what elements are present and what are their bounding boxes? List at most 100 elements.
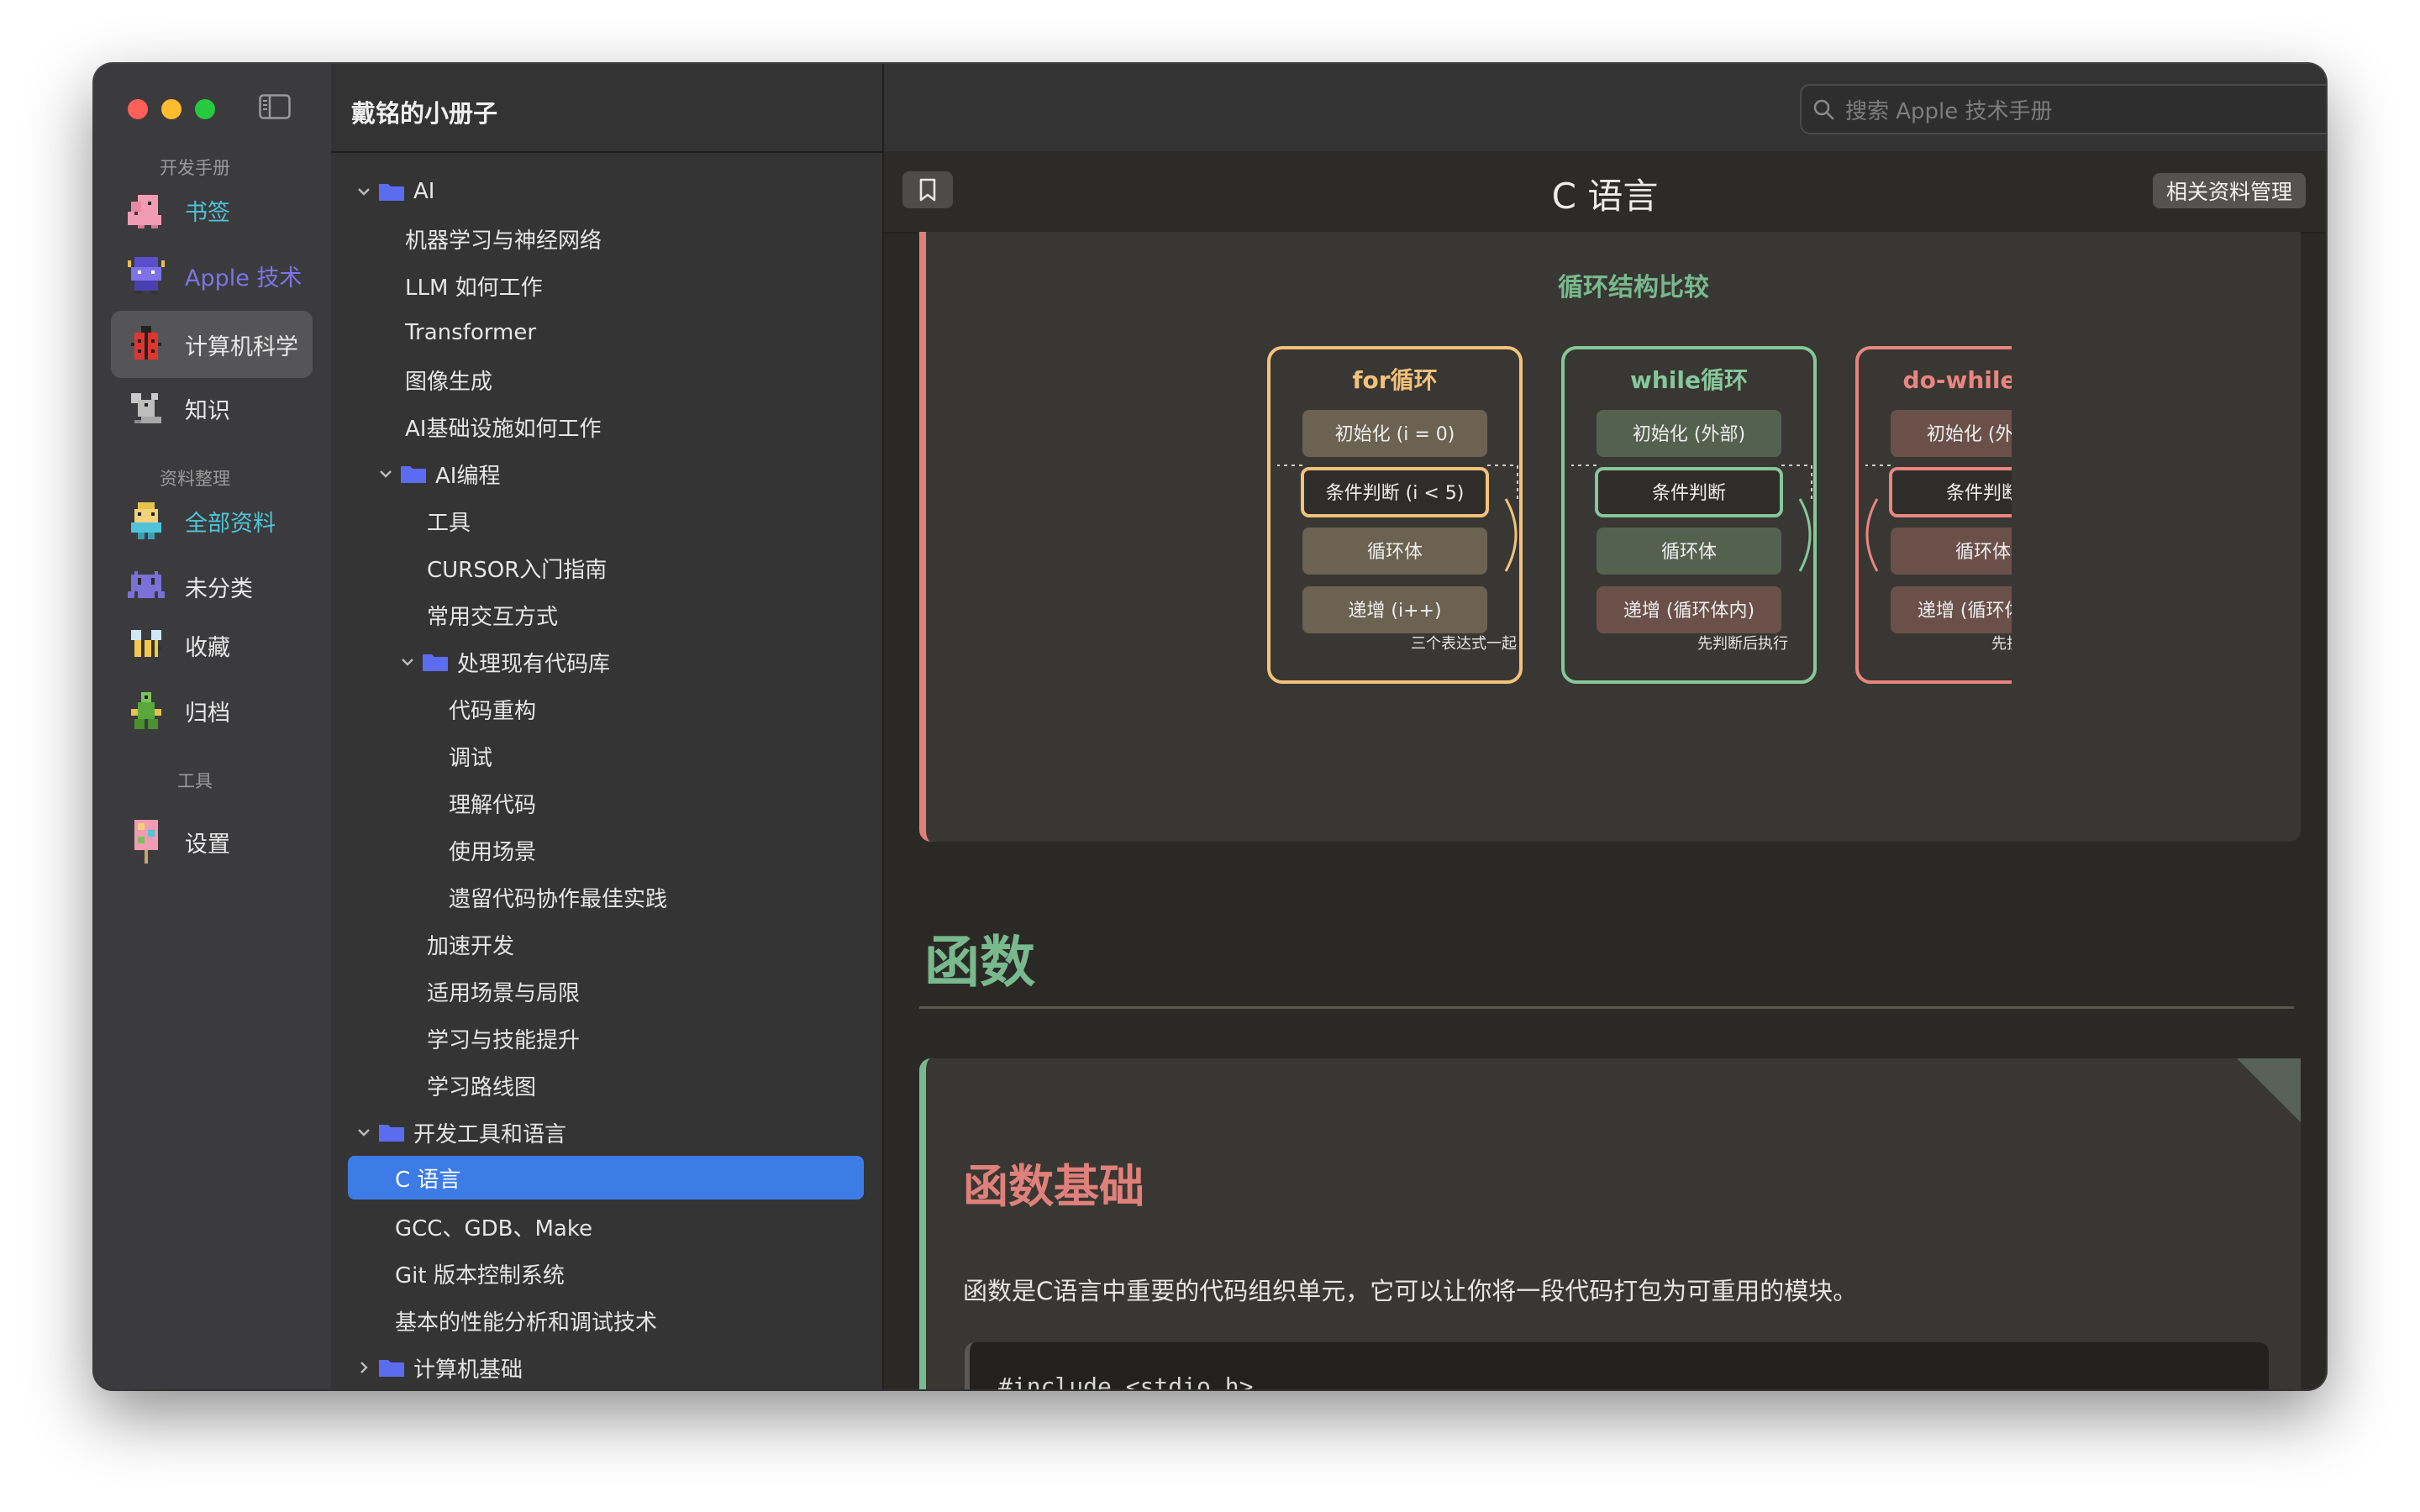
tree-folder-computer-basics[interactable]: 计算机基础 <box>353 1346 523 1389</box>
chevron-right-icon[interactable] <box>353 1357 375 1378</box>
sidebar-item-label: 全部资料 <box>185 510 276 537</box>
loop-step-label: 初始化 (外部) <box>1927 424 2012 445</box>
card-subheading: 函数基础 <box>963 1160 1144 1213</box>
chevron-down-icon[interactable] <box>397 651 418 673</box>
chevron-down-icon[interactable] <box>375 463 397 485</box>
document-title: C 语言 <box>1551 176 1659 217</box>
code-block[interactable]: #include <stdio.h> <box>965 1342 2269 1389</box>
sidebar-item-uncategorized[interactable]: 未分类 <box>111 553 313 620</box>
sidebar: 开发手册 书签 Apple 技术 计算机科学 知识 资料整理 全部资料 未分类 … <box>94 64 333 1389</box>
loop-title: while循环 <box>1630 366 1748 394</box>
tree-label: 图像生成 <box>405 369 493 395</box>
sidebar-item-label: 设置 <box>185 831 230 858</box>
search-input[interactable]: 搜索 Apple 技术手册 <box>1800 84 2326 134</box>
sidebar-item-all-materials[interactable]: 全部资料 <box>111 487 313 554</box>
loop-arrow <box>1798 498 1812 572</box>
tree-label: AI编程 <box>435 463 501 489</box>
diagram-title: 循环结构比较 <box>1558 273 1709 302</box>
search-icon <box>1813 99 1834 120</box>
pixel-mouse-icon <box>131 393 161 423</box>
chevron-down-icon[interactable] <box>353 181 375 202</box>
minimize-window-button[interactable] <box>161 99 182 119</box>
tree-item[interactable]: 调试 <box>449 734 492 778</box>
tree-label: 适用场景与局限 <box>427 980 581 1006</box>
tree-item[interactable]: 代码重构 <box>449 687 536 731</box>
loop-title: do-while循环 <box>1903 366 2012 394</box>
tree-label: CURSOR入门指南 <box>427 557 608 583</box>
tree-item[interactable]: 使用场景 <box>449 828 536 872</box>
sidebar-item-knowledge[interactable]: 知识 <box>111 375 313 442</box>
tree-label: 理解代码 <box>449 792 537 818</box>
tree-folder-existing-codebase[interactable]: 处理现有代码库 <box>397 640 610 684</box>
card-corner-fold <box>2237 1058 2301 1122</box>
pixel-character-icon <box>128 257 165 294</box>
sidebar-item-label: Apple 技术 <box>185 265 302 291</box>
sidebar-item-archive[interactable]: 归档 <box>111 677 313 744</box>
sidebar-item-label: 归档 <box>185 700 230 727</box>
tree-item[interactable]: 遗留代码协作最佳实践 <box>449 875 667 919</box>
tree-label: 机器学习与神经网络 <box>405 228 602 254</box>
tree-label: Transformer <box>405 320 537 345</box>
loop-note: 三个表达式一起 <box>1411 635 1517 653</box>
tree-folder-dev-tools[interactable]: 开发工具和语言 <box>353 1110 566 1154</box>
loop-step-label: 条件判断 (i < 5) <box>1326 483 1465 504</box>
loop-title: for循环 <box>1352 366 1437 394</box>
tree-item[interactable]: 工具 <box>427 499 471 543</box>
tree-item[interactable]: 学习与技能提升 <box>427 1016 580 1060</box>
document-body[interactable]: 循环结构比较 for循环 初始化 (i = 0) 条件判断 (i < 5) 循环体 递增 … <box>884 232 2326 1389</box>
card-paragraph: 函数是C语言中重要的代码组织单元，它可以让你将一段代码打包为可重用的模块。 <box>963 1277 1858 1305</box>
tree-item[interactable]: Git 版本控制系统 <box>395 1252 565 1295</box>
pixel-robot-icon <box>131 502 161 539</box>
sidebar-item-bookmarks[interactable]: 书签 <box>111 176 313 244</box>
related-materials-button[interactable]: 相关资料管理 <box>2152 173 2306 208</box>
loop-comparison-diagram: 循环结构比较 for循环初始化 (i = 0) 条件判断 (i < 5) 循环体递增 … <box>1267 273 2012 684</box>
tree-item[interactable]: CURSOR入门指南 <box>427 546 607 590</box>
tree-item[interactable]: 加速开发 <box>427 922 514 966</box>
tree-item[interactable]: 图像生成 <box>405 358 492 402</box>
tree-item[interactable]: 学习路线图 <box>427 1063 536 1107</box>
sidebar-item-label: 知识 <box>185 397 230 424</box>
loop-step-label: 初始化 (i = 0) <box>1335 424 1455 445</box>
tree-label: Git 版本控制系统 <box>395 1263 565 1289</box>
sidebar-item-label: 收藏 <box>185 634 230 661</box>
tree-label: 计算机基础 <box>413 1357 523 1383</box>
tree-label: AI <box>413 179 435 204</box>
sidebar-item-apple-tech[interactable]: Apple 技术 <box>111 242 313 309</box>
loop-arrow <box>1504 498 1518 572</box>
tree-item[interactable]: 适用场景与局限 <box>427 969 580 1013</box>
tree-folder-ai-programming[interactable]: AI编程 <box>375 452 500 496</box>
loop-note: 先判断后执行 <box>1697 635 1788 653</box>
tree-item[interactable]: GCC、GDB、Make <box>395 1205 592 1248</box>
tree-item[interactable]: AI基础设施如何工作 <box>405 405 601 449</box>
tree-label: 常用交互方式 <box>427 604 559 630</box>
folder-icon <box>423 654 448 671</box>
sidebar-item-computer-science[interactable]: 计算机科学 <box>111 311 313 378</box>
tree-folder-ai[interactable]: AI <box>353 170 434 213</box>
tree-item-selected[interactable]: C 语言 <box>348 1156 864 1200</box>
loop-step-label: 递增 (i++) <box>1348 601 1441 622</box>
tree-item[interactable]: 理解代码 <box>449 781 536 825</box>
pixel-popsicle-icon <box>134 820 158 864</box>
heading-divider <box>919 1006 2294 1009</box>
document-tree-panel: 戴铭的小册子 AI 机器学习与神经网络 LLM 如何工作 Transformer… <box>331 64 884 1389</box>
app-window: 开发手册 书签 Apple 技术 计算机科学 知识 资料整理 全部资料 未分类 … <box>94 64 2326 1389</box>
sidebar-toggle-icon[interactable] <box>259 94 291 119</box>
tree-item[interactable]: 机器学习与神经网络 <box>405 217 602 260</box>
pixel-ladybug-icon <box>131 326 161 360</box>
code-line: #include <stdio.h> <box>998 1373 1254 1389</box>
tree-label: 处理现有代码库 <box>457 651 611 677</box>
tree-item[interactable]: Transformer <box>405 311 536 354</box>
tree-item[interactable]: 常用交互方式 <box>427 593 558 637</box>
loop-step-label: 条件判断 <box>1652 483 1726 504</box>
diagram-card: 循环结构比较 for循环 初始化 (i = 0) 条件判断 (i < 5) 循环体 递增 … <box>919 232 2301 842</box>
loop-step-label: 递增 (循环体内) <box>1918 601 2012 622</box>
close-window-button[interactable] <box>128 99 148 119</box>
sidebar-item-favorites[interactable]: 收藏 <box>111 612 313 679</box>
tree-item[interactable]: 基本的性能分析和调试技术 <box>395 1299 657 1342</box>
loop-note: 先执行后判断 <box>1991 635 2012 653</box>
sidebar-item-settings[interactable]: 设置 <box>111 808 313 875</box>
zoom-window-button[interactable] <box>195 99 215 119</box>
chevron-down-icon[interactable] <box>353 1121 375 1143</box>
pixel-bee-icon <box>131 630 161 657</box>
tree-item[interactable]: LLM 如何工作 <box>405 264 543 307</box>
